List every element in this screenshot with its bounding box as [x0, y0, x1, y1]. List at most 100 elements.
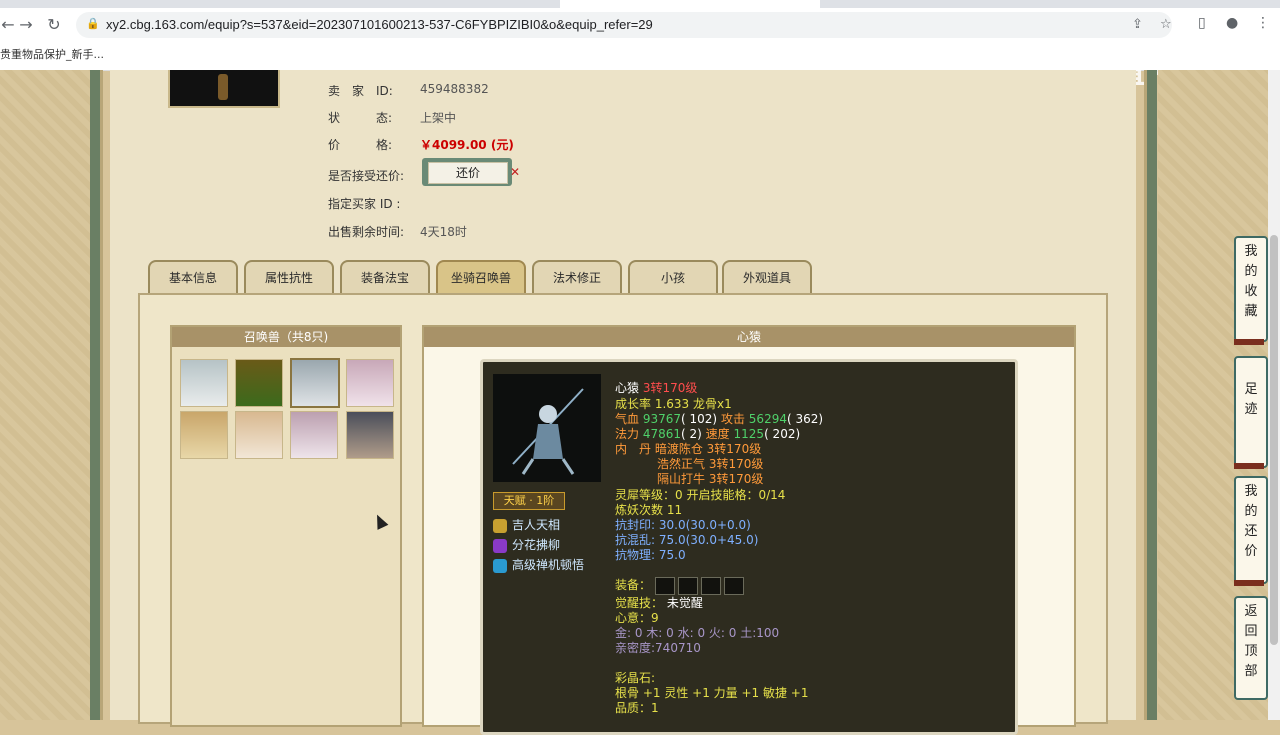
- counter-offer-button-label: 还价: [428, 162, 508, 184]
- share-icon[interactable]: ⇪: [1132, 17, 1143, 32]
- side-separator: [1234, 339, 1264, 345]
- tab-strip: [0, 0, 1280, 8]
- my-offers-label: 我的还价: [1244, 484, 1258, 559]
- counter-offer-label: 是否接受还价:: [328, 169, 405, 183]
- navigation-bar: ← → ↻ 🔒 xy2.cbg.163.com/equip?s=537&eid=…: [0, 8, 1280, 42]
- bookmark-star-icon[interactable]: ☆: [1160, 17, 1172, 32]
- my-offers-button[interactable]: 我的还价: [1234, 476, 1268, 584]
- sidepanel-icon[interactable]: ▯: [1198, 15, 1206, 31]
- counter-offer-button[interactable]: 还价: [422, 158, 512, 186]
- equip-slot-4-icon[interactable]: [723, 576, 744, 595]
- frame-right: [1144, 70, 1157, 720]
- side-separator: [1234, 463, 1264, 469]
- tab-spell-correction[interactable]: 法术修正: [532, 260, 622, 296]
- active-browser-tab[interactable]: [560, 0, 820, 8]
- equip-slot-2-icon[interactable]: [677, 576, 698, 595]
- skill-item: 分花拂柳: [493, 536, 560, 553]
- skill-item: 吉人天相: [493, 516, 560, 533]
- tab-children[interactable]: 小孩: [628, 260, 718, 296]
- pet-thumb-7[interactable]: [290, 411, 338, 459]
- equip-slot-3-icon[interactable]: [700, 576, 721, 595]
- pet-thumb-2[interactable]: [235, 359, 283, 407]
- tab-panel: 召唤兽（共8只) 心猿 心猿 3转170级 成长率 1.633 龙骨x1 气血 …: [138, 293, 1108, 735]
- bookmark-item[interactable]: 贵重物品保护_新手...: [0, 46, 104, 62]
- seller-id: 459488382: [420, 82, 489, 96]
- favorites-label: 我的收藏: [1244, 244, 1258, 319]
- atk-extra: ( 362): [786, 412, 824, 426]
- hp-value: 93767: [642, 412, 682, 426]
- price-label: 价 格:: [328, 138, 393, 152]
- status-value: 上架中: [420, 111, 457, 125]
- intimacy: 亲密度:740710: [615, 641, 701, 655]
- remaining-time-label: 出售剩余时间:: [328, 225, 405, 239]
- tab-appearance[interactable]: 外观道具: [722, 260, 812, 296]
- equip-slot-1-icon[interactable]: [654, 576, 675, 595]
- lock-icon: 🔒: [86, 17, 100, 30]
- url-text[interactable]: xy2.cbg.163.com/equip?s=537&eid=20230710…: [106, 17, 653, 32]
- spd-label: 速度: [705, 427, 730, 441]
- skill-luck-icon: [493, 518, 507, 533]
- favorites-button[interactable]: 我的收藏: [1234, 236, 1268, 342]
- skill-label[interactable]: 吉人天相: [512, 518, 560, 532]
- pet-level: 3转170级: [642, 381, 698, 395]
- awaken-label: 觉醒技：: [615, 596, 664, 610]
- mp-label: 法力: [615, 427, 640, 441]
- frame-left: [90, 70, 103, 720]
- resist-physical: 抗物理: 75.0: [615, 548, 686, 562]
- pet-thumb-8[interactable]: [346, 411, 394, 459]
- item-thumbnail: [168, 70, 280, 108]
- mp-value: 47861: [642, 427, 682, 441]
- pet-thumb-5[interactable]: [180, 411, 228, 459]
- inner-dan-3: 隔山打牛 3转170级: [657, 472, 764, 486]
- page-scrollbar[interactable]: [1268, 70, 1280, 720]
- scrollbar-thumb[interactable]: [1270, 235, 1278, 645]
- footprint-button[interactable]: 足迹: [1234, 356, 1268, 468]
- tab-attributes[interactable]: 属性抗性: [244, 260, 334, 296]
- counter-marker-icon: ✕: [510, 165, 521, 179]
- tab-mounts-pets[interactable]: 坐骑召唤兽: [436, 260, 526, 296]
- main-content: 卖 家 ID: 459488382 状 态: 上架中 价 格: ￥4099.00…: [110, 70, 1136, 735]
- pet-list: 召唤兽（共8只): [170, 325, 402, 727]
- back-to-top-label: 返回顶部: [1244, 604, 1258, 679]
- page-background-left: [0, 70, 98, 720]
- pet-thumb-1[interactable]: [180, 359, 228, 407]
- pet-info-card: 心猿 3转170级 成长率 1.633 龙骨x1 气血 93767( 102) …: [480, 359, 1018, 735]
- profile-icon[interactable]: ●: [1226, 15, 1238, 31]
- remaining-time-value: 4天18时: [420, 225, 467, 239]
- menu-icon[interactable]: ⋮: [1256, 15, 1270, 31]
- hp-extra: ( 102): [681, 412, 718, 426]
- skill-zen-icon: [493, 558, 507, 573]
- skill-flower-icon: [493, 538, 507, 553]
- pet-thumb-4[interactable]: [346, 359, 394, 407]
- buyer-id-label: 指定买家 ID :: [328, 197, 401, 211]
- pet-thumb-6[interactable]: [235, 411, 283, 459]
- footprint-label: 足迹: [1244, 382, 1258, 417]
- pet-thumb-3-selected[interactable]: [290, 358, 340, 408]
- skill-item: 高级禅机顿悟: [493, 556, 584, 573]
- spd-value: 1125: [733, 427, 765, 441]
- tab-equipment[interactable]: 装备法宝: [340, 260, 430, 296]
- hp-label: 气血: [615, 412, 640, 426]
- awaken-value: 未觉醒: [666, 596, 703, 610]
- pet-name: 心猿: [615, 381, 640, 395]
- atk-label: 攻击: [720, 412, 745, 426]
- spd-extra: ( 202): [764, 427, 801, 441]
- pet-portrait: [493, 374, 601, 482]
- forward-icon[interactable]: →: [14, 14, 38, 36]
- inner-dan-label: 内 丹: [615, 442, 652, 456]
- price-value: ￥4099.00 (元): [420, 138, 514, 152]
- skill-label[interactable]: 高级禅机顿悟: [512, 558, 584, 572]
- pet-detail-title: 心猿: [424, 327, 1074, 347]
- back-to-top-button[interactable]: 返回顶部: [1234, 596, 1268, 700]
- tab-basic-info[interactable]: 基本信息: [148, 260, 238, 296]
- atk-value: 56294: [748, 412, 787, 426]
- reload-icon[interactable]: ↻: [42, 14, 66, 36]
- quality: 品质：1: [615, 701, 659, 715]
- skill-label[interactable]: 分花拂柳: [512, 538, 560, 552]
- figure-icon: [218, 74, 228, 100]
- address-bar[interactable]: 🔒 xy2.cbg.163.com/equip?s=537&eid=202307…: [76, 12, 1172, 38]
- seller-label: 卖 家 ID:: [328, 84, 393, 98]
- pet-figure-icon: [512, 388, 584, 475]
- equip-label: 装备：: [615, 578, 652, 592]
- pet-list-title: 召唤兽（共8只): [172, 327, 400, 347]
